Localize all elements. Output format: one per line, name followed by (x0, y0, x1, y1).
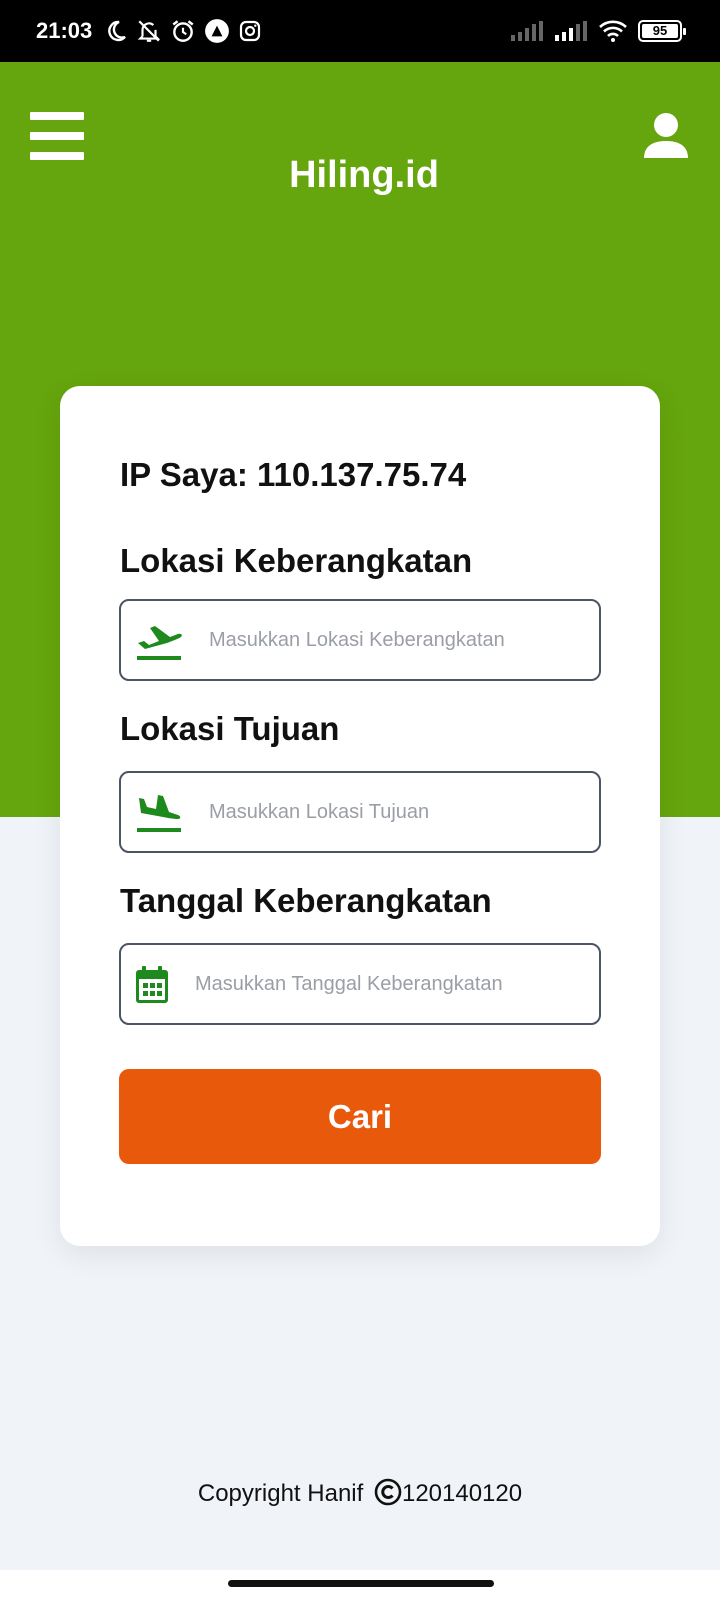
battery-level: 95 (642, 24, 678, 38)
plane-arrival-icon (137, 795, 181, 832)
date-field[interactable] (119, 943, 601, 1025)
status-bar: 21:03 95 (0, 0, 720, 62)
departure-label: Lokasi Keberangkatan (120, 542, 473, 579)
status-time: 21:03 (36, 18, 93, 43)
signal-icon (511, 21, 543, 41)
destination-label: Lokasi Tujuan (120, 710, 340, 747)
plane-departure-icon (137, 626, 182, 660)
status-left: 21:03 (36, 0, 262, 62)
app-title: Hiling.id (289, 154, 439, 196)
signal-icon (555, 21, 587, 41)
copyright-prefix: Copyright Hanif (197, 1480, 364, 1507)
status-right: 95 (510, 0, 686, 62)
moon-icon (108, 20, 127, 42)
departure-input[interactable] (209, 601, 589, 679)
copyright-number: 120140120 (401, 1480, 523, 1507)
app-icon (205, 19, 230, 43)
user-icon[interactable] (642, 112, 690, 160)
wifi-icon (599, 20, 627, 42)
destination-field[interactable] (119, 771, 601, 853)
destination-input[interactable] (209, 773, 589, 851)
alarm-icon (172, 20, 194, 42)
battery-icon: 95 (638, 20, 686, 42)
hamburger-menu-icon[interactable] (30, 112, 84, 160)
date-label: Tanggal Keberangkatan (120, 882, 492, 919)
bell-off-icon (137, 20, 161, 42)
search-card: IP Saya: 110.137.75.74 Lokasi Keberangka… (60, 386, 660, 1246)
copyright-icon (374, 1478, 402, 1506)
calendar-icon (136, 966, 168, 1003)
ip-address-text: IP Saya: 110.137.75.74 (120, 456, 467, 493)
footer-copyright: Copyright Hanif 120140120 (0, 1478, 720, 1508)
departure-field[interactable] (119, 599, 601, 681)
instagram-icon (240, 20, 261, 42)
date-input[interactable] (195, 945, 589, 1023)
search-button[interactable]: Cari (119, 1069, 601, 1164)
home-indicator[interactable] (228, 1580, 494, 1587)
